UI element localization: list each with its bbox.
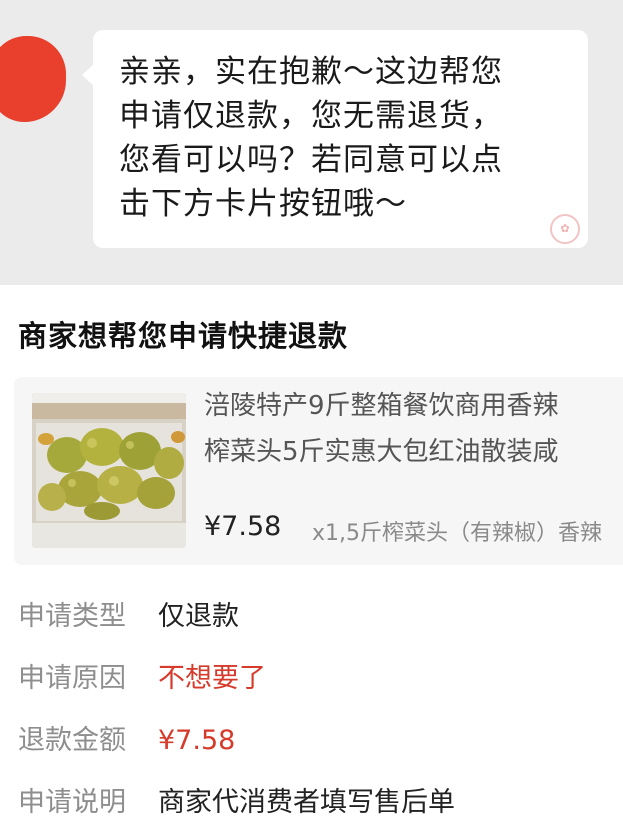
detail-label: 申请类型: [18, 601, 126, 632]
product-title-line: 涪陵特产9斤整箱餐饮商用香辣: [204, 391, 559, 421]
message-line: 击下方卡片按钮哦～: [119, 186, 407, 222]
product-image-icon: [32, 393, 186, 548]
detail-value: 商家代消费者填写售后单: [158, 787, 455, 818]
detail-row-type: 申请类型 仅退款: [18, 594, 239, 633]
product-thumbnail[interactable]: [32, 393, 186, 548]
card-title: 商家想帮您申请快捷退款: [18, 319, 349, 353]
detail-value: 不想要了: [158, 663, 266, 694]
detail-value: ¥7.58: [158, 725, 236, 756]
detail-label: 退款金额: [18, 725, 126, 756]
chat-area: 亲亲，实在抱歉～这边帮您 申请仅退款，您无需退货， 您看可以吗？若同意可以点 击…: [0, 0, 623, 285]
detail-label: 申请原因: [18, 663, 126, 694]
detail-value: 仅退款: [158, 601, 239, 632]
message-line: 申请仅退款，您无需退货，: [119, 98, 503, 134]
detail-row-note: 申请说明 商家代消费者填写售后单: [18, 780, 455, 819]
product-title[interactable]: 涪陵特产9斤整箱餐饮商用香辣 榨菜头5斤实惠大包红油散装咸: [204, 383, 623, 475]
message-text: 亲亲，实在抱歉～这边帮您 申请仅退款，您无需退货， 您看可以吗？若同意可以点 击…: [119, 50, 579, 226]
message-line: 亲亲，实在抱歉～这边帮您: [119, 54, 503, 90]
seal-stamp-icon: ✿: [550, 214, 580, 244]
message-bubble[interactable]: 亲亲，实在抱歉～这边帮您 申请仅退款，您无需退货， 您看可以吗？若同意可以点 击…: [93, 30, 588, 248]
product-card[interactable]: 涪陵特产9斤整箱餐饮商用香辣 榨菜头5斤实惠大包红油散装咸 ¥7.58 x1,5…: [14, 377, 623, 565]
detail-row-amount: 退款金额 ¥7.58: [18, 718, 235, 757]
avatar[interactable]: [0, 36, 66, 122]
detail-row-reason: 申请原因 不想要了: [18, 656, 266, 695]
message-line: 您看可以吗？若同意可以点: [119, 142, 503, 178]
product-price: ¥7.58: [204, 511, 282, 542]
product-title-line: 榨菜头5斤实惠大包红油散装咸: [204, 437, 559, 467]
product-spec: x1,5斤榨菜头（有辣椒）香辣: [312, 521, 603, 546]
detail-label: 申请说明: [18, 787, 126, 818]
